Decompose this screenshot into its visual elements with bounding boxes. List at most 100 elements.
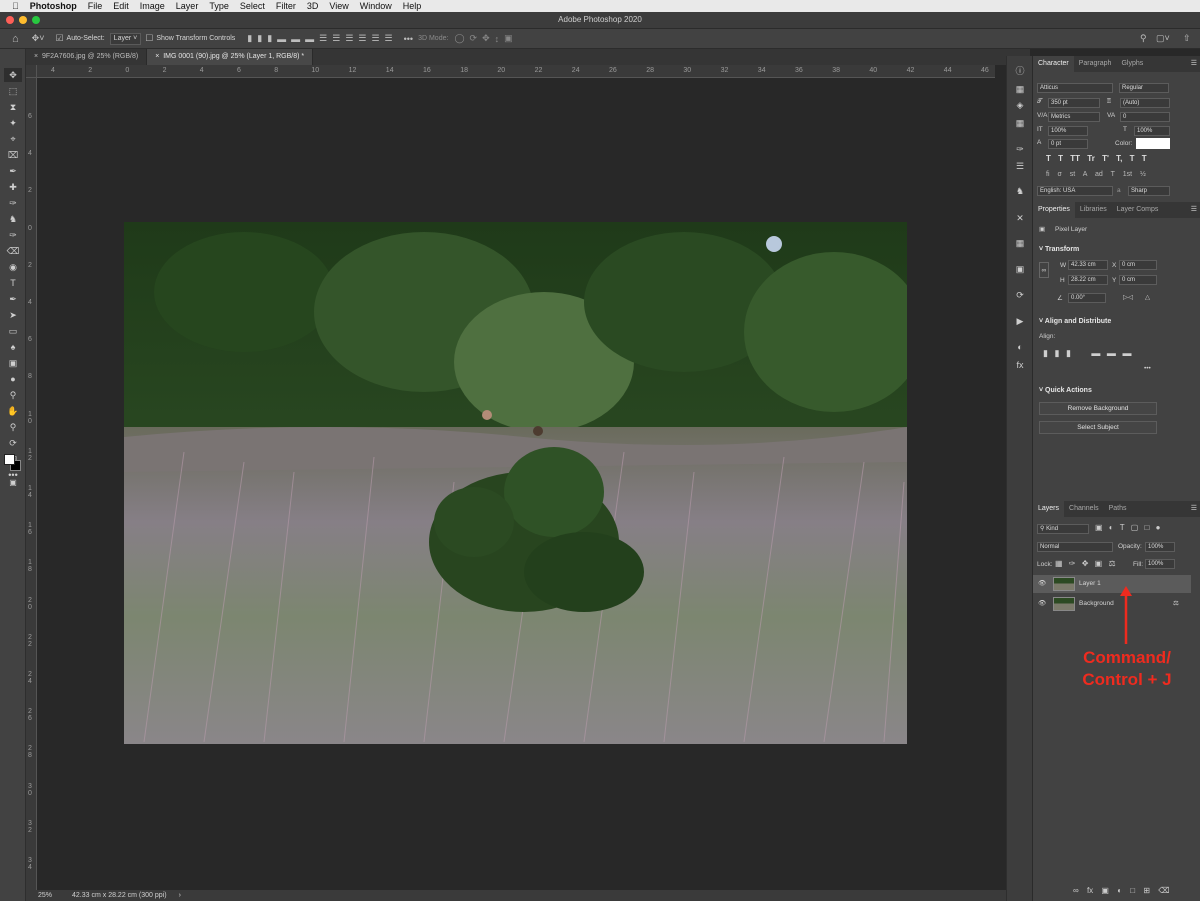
search-icon[interactable]: ⚲: [1140, 33, 1147, 44]
vertical-scale-field[interactable]: 100%: [1048, 126, 1088, 136]
menu-filter[interactable]: Filter: [276, 1, 296, 11]
distribute-icon[interactable]: ☰: [358, 33, 366, 44]
show-transform-label[interactable]: Show Transform Controls: [156, 35, 235, 42]
menu-select[interactable]: Select: [240, 1, 265, 11]
menu-type[interactable]: Type: [209, 1, 229, 11]
lock-transparency-icon[interactable]: ▦: [1055, 559, 1063, 568]
group-folder-icon[interactable]: □: [1130, 886, 1135, 895]
tab-glyphs[interactable]: Glyphs: [1116, 56, 1148, 72]
crop-tool-icon[interactable]: ⌖: [4, 132, 22, 146]
rectangle-tool-icon[interactable]: ▭: [4, 324, 22, 338]
align-center-icon[interactable]: ▮: [257, 33, 262, 44]
layer-name[interactable]: Layer 1: [1079, 575, 1101, 593]
fx-icon[interactable]: fx: [1087, 886, 1093, 895]
filter-pixel-icon[interactable]: ▣: [1095, 523, 1103, 532]
histogram-icon[interactable]: ▣: [1013, 262, 1027, 276]
leading-field[interactable]: (Auto): [1120, 98, 1170, 108]
tab-properties[interactable]: Properties: [1033, 202, 1075, 218]
ordinals-button[interactable]: 1st: [1123, 171, 1132, 178]
ruler-corner[interactable]: [26, 65, 37, 78]
transform-section-title[interactable]: ˅ Transform: [1039, 246, 1079, 253]
tab-libraries[interactable]: Libraries: [1075, 202, 1112, 218]
fill-field[interactable]: 100%: [1145, 559, 1175, 569]
titling-button[interactable]: ad: [1095, 171, 1103, 178]
underline-button[interactable]: T: [1130, 154, 1135, 163]
zoom-tool-icon[interactable]: ⚲: [4, 420, 22, 434]
tools-icon[interactable]: ✕: [1013, 211, 1027, 225]
subscript-button[interactable]: T,: [1116, 154, 1122, 163]
checkbox-icon[interactable]: ☑: [55, 33, 63, 44]
brush-tool-icon[interactable]: ✑: [4, 196, 22, 210]
more-icon[interactable]: •••: [1144, 365, 1151, 372]
layer-row-background[interactable]: 👁 Background ⚖: [1033, 595, 1191, 613]
font-size-field[interactable]: 350 pt: [1048, 98, 1100, 108]
fractions-button[interactable]: ½: [1140, 171, 1146, 178]
clone-stamp-tool-icon[interactable]: ♞: [4, 212, 22, 226]
faux-italic-button[interactable]: T: [1058, 154, 1063, 163]
eyedropper-tool-icon[interactable]: ✒: [4, 164, 22, 178]
3d-pan-icon[interactable]: ✥: [482, 33, 490, 44]
3d-orbit-icon[interactable]: ◯: [454, 33, 464, 44]
strikethrough-button[interactable]: T: [1142, 154, 1147, 163]
tab-paths[interactable]: Paths: [1104, 501, 1132, 517]
menu-view[interactable]: View: [329, 1, 348, 11]
add-mask-icon[interactable]: ▣: [1101, 886, 1109, 895]
distribute-icon[interactable]: ☰: [371, 33, 379, 44]
stylistic-button[interactable]: A: [1083, 171, 1087, 178]
hand-tool-icon[interactable]: ✋: [4, 404, 22, 418]
adjustment-layer-icon[interactable]: ◐: [1117, 886, 1122, 895]
trash-icon[interactable]: ⌫: [1158, 886, 1169, 895]
3d-video-icon[interactable]: ▣: [504, 33, 513, 44]
link-icon[interactable]: ∞: [1039, 262, 1049, 278]
swatches-icon[interactable]: ▦: [1013, 82, 1027, 96]
lock-artboard-icon[interactable]: ▣: [1095, 559, 1103, 568]
clone-source-icon[interactable]: ♞: [1013, 184, 1027, 198]
align-right-icon[interactable]: ▮: [1066, 348, 1071, 358]
menu-layer[interactable]: Layer: [176, 1, 199, 11]
play-icon[interactable]: ▶: [1013, 314, 1027, 328]
align-section-title[interactable]: ˅ Align and Distribute: [1039, 318, 1111, 325]
paint-bucket-tool-icon[interactable]: ◉: [4, 260, 22, 274]
quick-mask-icon[interactable]: ▣: [4, 476, 22, 490]
quick-select-tool-icon[interactable]: ✦: [4, 116, 22, 130]
tab-document-1[interactable]: × 9F2A7606.jpg @ 25% (RGB/8): [26, 49, 148, 65]
link-layers-icon[interactable]: ∞: [1073, 886, 1079, 895]
workspace-icon[interactable]: ▢˅: [1156, 33, 1170, 44]
type-tool-icon[interactable]: T: [4, 276, 22, 290]
panel-menu-icon[interactable]: ☰: [1191, 56, 1197, 72]
filter-type-icon[interactable]: T: [1120, 523, 1125, 532]
align-top-icon[interactable]: ▬: [1091, 348, 1100, 358]
visibility-eye-icon[interactable]: 👁: [1038, 575, 1046, 593]
filter-toggle-icon[interactable]: ●: [1156, 523, 1161, 532]
layer-row-layer1[interactable]: 👁 Layer 1: [1033, 575, 1191, 593]
lasso-tool-icon[interactable]: ⧗: [4, 100, 22, 114]
align-hcenter-icon[interactable]: ▮: [1054, 348, 1059, 358]
menu-window[interactable]: Window: [360, 1, 392, 11]
distribute-icon[interactable]: ☰: [385, 33, 393, 44]
tab-layer-comps[interactable]: Layer Comps: [1112, 202, 1164, 218]
width-field[interactable]: 42.33 cm: [1068, 260, 1108, 270]
remove-background-button[interactable]: Remove Background: [1039, 402, 1157, 415]
y-field[interactable]: 0 cm: [1119, 275, 1157, 285]
document-image[interactable]: [124, 222, 907, 744]
menu-edit[interactable]: Edit: [113, 1, 129, 11]
flip-vertical-icon[interactable]: △: [1145, 293, 1150, 301]
auto-select-dropdown[interactable]: Layer ˅: [109, 32, 142, 45]
filter-smart-icon[interactable]: □: [1145, 523, 1150, 532]
kerning-field[interactable]: Metrics: [1048, 112, 1100, 122]
angle-field[interactable]: 0.00°: [1068, 293, 1106, 303]
distribute-icon[interactable]: ☰: [345, 33, 353, 44]
menu-file[interactable]: File: [88, 1, 103, 11]
stamp-tool-icon[interactable]: ♠: [4, 340, 22, 354]
panel-menu-icon[interactable]: ☰: [1191, 501, 1197, 517]
close-icon[interactable]: ×: [34, 53, 38, 60]
select-subject-button[interactable]: Select Subject: [1039, 421, 1157, 434]
horizontal-ruler[interactable]: 4 2 0 2 4 6 8 10 12 14 16 18 20 22 24 26 28 30 32 34 36 38 40 4…: [37, 65, 995, 78]
brush-settings-icon[interactable]: ✑: [1013, 142, 1027, 156]
menu-help[interactable]: Help: [403, 1, 422, 11]
all-caps-button[interactable]: TT: [1070, 154, 1080, 163]
eraser-tool-icon[interactable]: ⌫: [4, 244, 22, 258]
align-right-icon[interactable]: ▮: [267, 33, 272, 44]
rotate-view-tool-icon[interactable]: ⟳: [4, 436, 22, 450]
antialias-select[interactable]: Sharp: [1128, 186, 1170, 196]
